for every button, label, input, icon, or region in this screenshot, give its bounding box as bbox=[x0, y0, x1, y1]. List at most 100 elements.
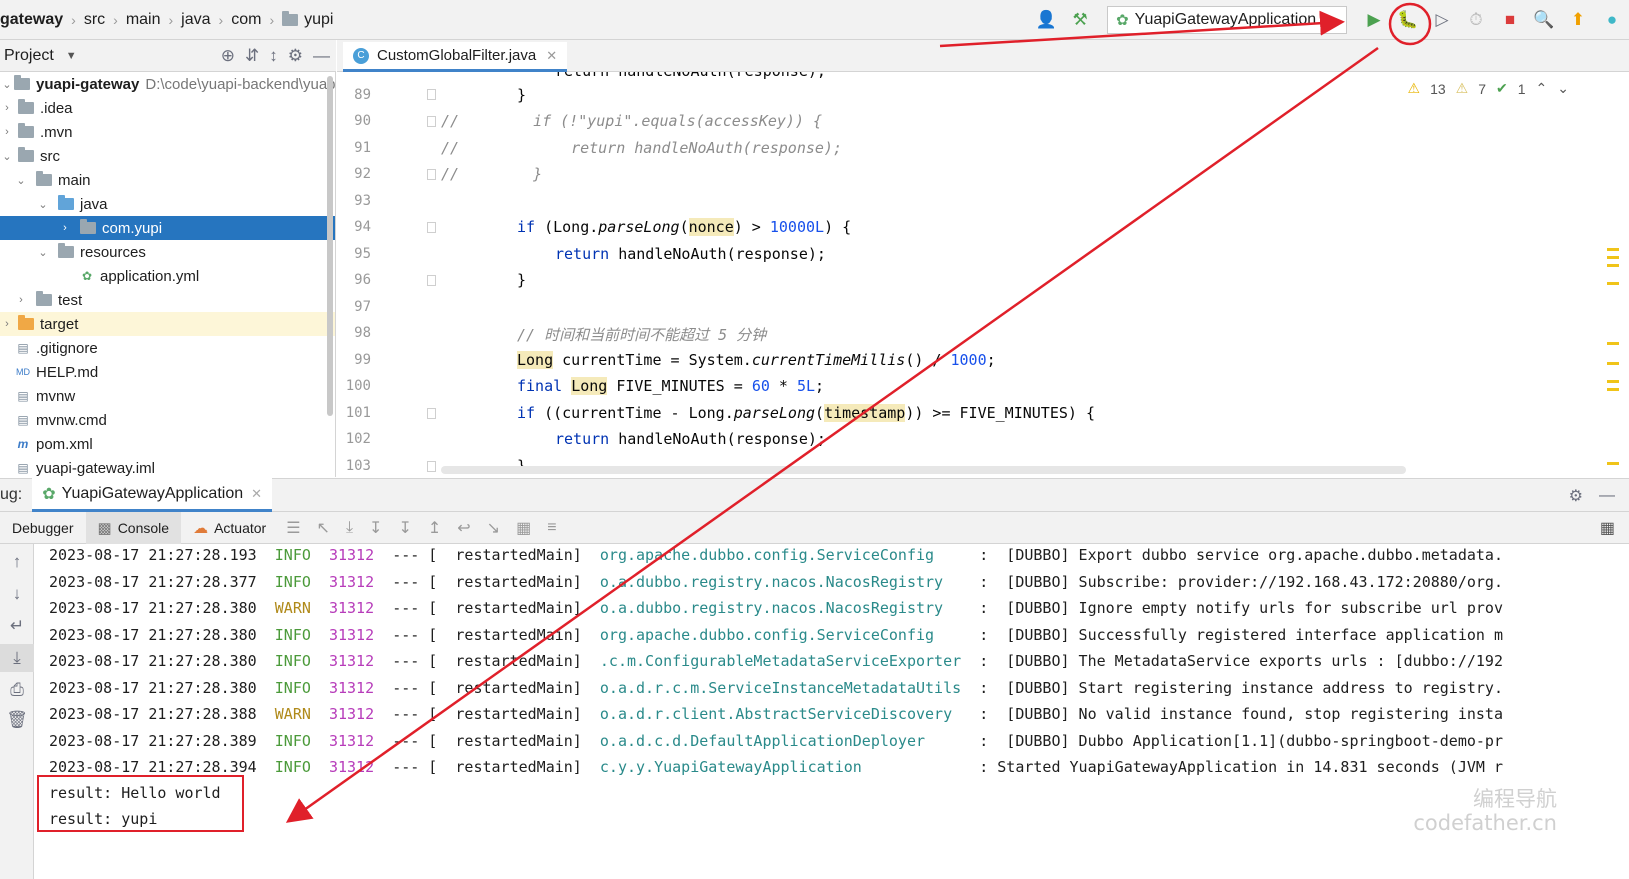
chevron-down-icon: ⌄ bbox=[38, 246, 48, 259]
tree-item-mvn[interactable]: › .mvn bbox=[0, 120, 335, 144]
tree-item-gitignore[interactable]: ▤ .gitignore bbox=[0, 336, 335, 360]
tree-item-iml[interactable]: ▤ yuapi-gateway.iml bbox=[0, 456, 335, 477]
editor-horizontal-scrollbar[interactable] bbox=[441, 466, 1406, 474]
tree-item-java[interactable]: ⌄ java bbox=[0, 192, 335, 216]
line-number: 94 bbox=[354, 219, 371, 235]
tree-item-src[interactable]: ⌄ src bbox=[0, 144, 335, 168]
evaluate-expression-icon[interactable]: ▦ bbox=[516, 518, 531, 538]
project-panel-title[interactable]: Project bbox=[4, 47, 54, 65]
tree-item-pom-xml[interactable]: m pom.xml bbox=[0, 432, 335, 456]
tab-actuator[interactable]: ☁ Actuator bbox=[181, 512, 278, 544]
run-icon[interactable]: ▶ bbox=[1360, 6, 1388, 34]
tree-item-main[interactable]: ⌄ main bbox=[0, 168, 335, 192]
locate-icon[interactable]: ⊕ bbox=[221, 46, 235, 66]
collapse-all-icon[interactable]: ↕ bbox=[269, 46, 278, 66]
breadcrumb-src[interactable]: src bbox=[84, 11, 105, 29]
print-icon[interactable]: ⎙ bbox=[0, 680, 34, 700]
search-icon[interactable]: 🔍 bbox=[1530, 6, 1558, 34]
project-tree-scrollbar[interactable] bbox=[327, 76, 333, 416]
run-configuration-select[interactable]: ✿ YuapiGatewayApplication ▼ bbox=[1107, 6, 1347, 34]
step-into-icon[interactable]: ↧ bbox=[369, 518, 382, 538]
warning-marker[interactable] bbox=[1607, 256, 1619, 259]
close-icon[interactable]: ✕ bbox=[546, 48, 557, 64]
arrow-up-icon[interactable]: ↑ bbox=[0, 552, 34, 572]
run-to-cursor-icon[interactable]: ↘ bbox=[487, 518, 500, 538]
tree-item-application-yml[interactable]: ✿ application.yml bbox=[0, 264, 335, 288]
chevron-down-icon[interactable]: ⌄ bbox=[1557, 80, 1569, 97]
drop-frame-icon[interactable]: ↩ bbox=[457, 518, 470, 538]
console-output[interactable]: 2023-08-17 21:27:28.193 INFO 31312 --- [… bbox=[35, 544, 1629, 879]
warning-marker[interactable] bbox=[1607, 462, 1619, 465]
breadcrumb-main[interactable]: main bbox=[126, 11, 161, 29]
force-step-into-icon[interactable]: ↧ bbox=[398, 518, 411, 538]
tree-item-target[interactable]: › target bbox=[0, 312, 335, 336]
warning-marker[interactable] bbox=[1607, 248, 1619, 251]
fold-marker[interactable] bbox=[427, 275, 436, 286]
inspection-widget[interactable]: ⚠ 13 ⚠ 7 ✔ 1 ⌃ ⌄ bbox=[1408, 80, 1570, 97]
breadcrumb-com[interactable]: com bbox=[231, 11, 261, 29]
warning-marker[interactable] bbox=[1607, 388, 1619, 391]
step-out-icon[interactable]: ↥ bbox=[428, 518, 441, 538]
folder-icon bbox=[36, 171, 52, 186]
plugin-icon[interactable]: ● bbox=[1598, 6, 1626, 34]
code-editor[interactable]: 89 90 91 92 93 94 95 96 97 98 99 100 101… bbox=[337, 72, 1629, 477]
log-level: WARN bbox=[274, 705, 311, 723]
expand-all-icon[interactable]: ⇵ bbox=[245, 46, 259, 66]
fold-marker[interactable] bbox=[427, 116, 436, 127]
tree-item-resources[interactable]: ⌄ resources bbox=[0, 240, 335, 264]
gear-icon[interactable]: ⚙ bbox=[1569, 486, 1583, 506]
step-over-icon[interactable]: ⤓ bbox=[346, 519, 353, 537]
warning-marker[interactable] bbox=[1607, 362, 1619, 365]
tree-item-com-yupi[interactable]: › com.yupi bbox=[0, 216, 335, 240]
update-icon[interactable]: ⬆ bbox=[1564, 6, 1592, 34]
fold-marker[interactable] bbox=[427, 222, 436, 233]
console-side-toolbar: ↑ ↓ ↵ ⤓ ⎙ 🗑 bbox=[0, 544, 34, 879]
soft-wrap-icon[interactable]: ↵ bbox=[0, 616, 34, 636]
close-icon[interactable]: ✕ bbox=[251, 486, 262, 502]
fold-marker[interactable] bbox=[427, 169, 436, 180]
tree-item-mvnw[interactable]: ▤ mvnw bbox=[0, 384, 335, 408]
tree-item-label: com.yupi bbox=[102, 219, 163, 237]
debug-icon[interactable]: 🐛 bbox=[1394, 6, 1422, 34]
debug-window-header: ug: ✿ YuapiGatewayApplication ✕ ⚙ — bbox=[0, 478, 1629, 512]
tab-console[interactable]: ▩ Console bbox=[85, 511, 182, 544]
show-execution-point-icon[interactable]: ↖ bbox=[317, 518, 330, 538]
trace-icon[interactable]: ≡ bbox=[547, 519, 556, 537]
debug-session-tab[interactable]: ✿ YuapiGatewayApplication ✕ bbox=[32, 478, 273, 512]
fold-marker[interactable] bbox=[427, 89, 436, 100]
tree-item-idea[interactable]: › .idea bbox=[0, 96, 335, 120]
chevron-up-icon[interactable]: ⌃ bbox=[1536, 80, 1548, 97]
log-logger: o.a.d.r.c.m.ServiceInstanceMetadataUtils bbox=[599, 678, 971, 697]
breadcrumb-yupi[interactable]: yupi bbox=[282, 10, 333, 29]
profile-icon[interactable]: ⏱ bbox=[1462, 6, 1490, 34]
warning-marker[interactable] bbox=[1607, 282, 1619, 285]
error-stripe[interactable] bbox=[1607, 172, 1619, 472]
tree-item-root[interactable]: ⌄ yuapi-gateway D:\code\yuapi-backend\yu… bbox=[0, 72, 335, 96]
menu-icon[interactable]: ☰ bbox=[286, 518, 300, 538]
tree-item-mvnw-cmd[interactable]: ▤ mvnw.cmd bbox=[0, 408, 335, 432]
stop-icon[interactable]: ■ bbox=[1496, 6, 1524, 34]
chevron-down-icon[interactable]: ▼ bbox=[66, 50, 77, 62]
tree-item-test[interactable]: › test bbox=[0, 288, 335, 312]
fold-marker[interactable] bbox=[427, 408, 436, 419]
warning-marker[interactable] bbox=[1607, 264, 1619, 267]
hide-icon[interactable]: — bbox=[313, 46, 330, 66]
tab-custom-global-filter[interactable]: C CustomGlobalFilter.java ✕ bbox=[343, 42, 568, 72]
arrow-down-icon[interactable]: ↓ bbox=[0, 584, 34, 604]
user-icon[interactable]: 👤 bbox=[1032, 6, 1060, 34]
tree-item-help-md[interactable]: MD HELP.md bbox=[0, 360, 335, 384]
gear-icon[interactable]: ⚙ bbox=[288, 46, 303, 66]
build-hammer-icon[interactable]: ⚒ bbox=[1066, 6, 1094, 34]
warning-marker[interactable] bbox=[1607, 380, 1619, 383]
hide-icon[interactable]: — bbox=[1599, 487, 1615, 505]
layout-settings-icon[interactable]: ▦ bbox=[1600, 512, 1615, 544]
tab-debugger[interactable]: Debugger bbox=[0, 512, 86, 544]
trash-icon[interactable]: 🗑 bbox=[0, 710, 34, 730]
scroll-to-end-icon[interactable]: ⤓ bbox=[0, 644, 34, 672]
actuator-icon: ☁ bbox=[193, 519, 209, 537]
run-with-coverage-icon[interactable]: ▷ bbox=[1428, 6, 1456, 34]
warning-marker[interactable] bbox=[1607, 342, 1619, 345]
breadcrumb-java[interactable]: java bbox=[181, 11, 210, 29]
breadcrumb-gateway[interactable]: gateway bbox=[0, 11, 63, 29]
fold-marker[interactable] bbox=[427, 461, 436, 472]
